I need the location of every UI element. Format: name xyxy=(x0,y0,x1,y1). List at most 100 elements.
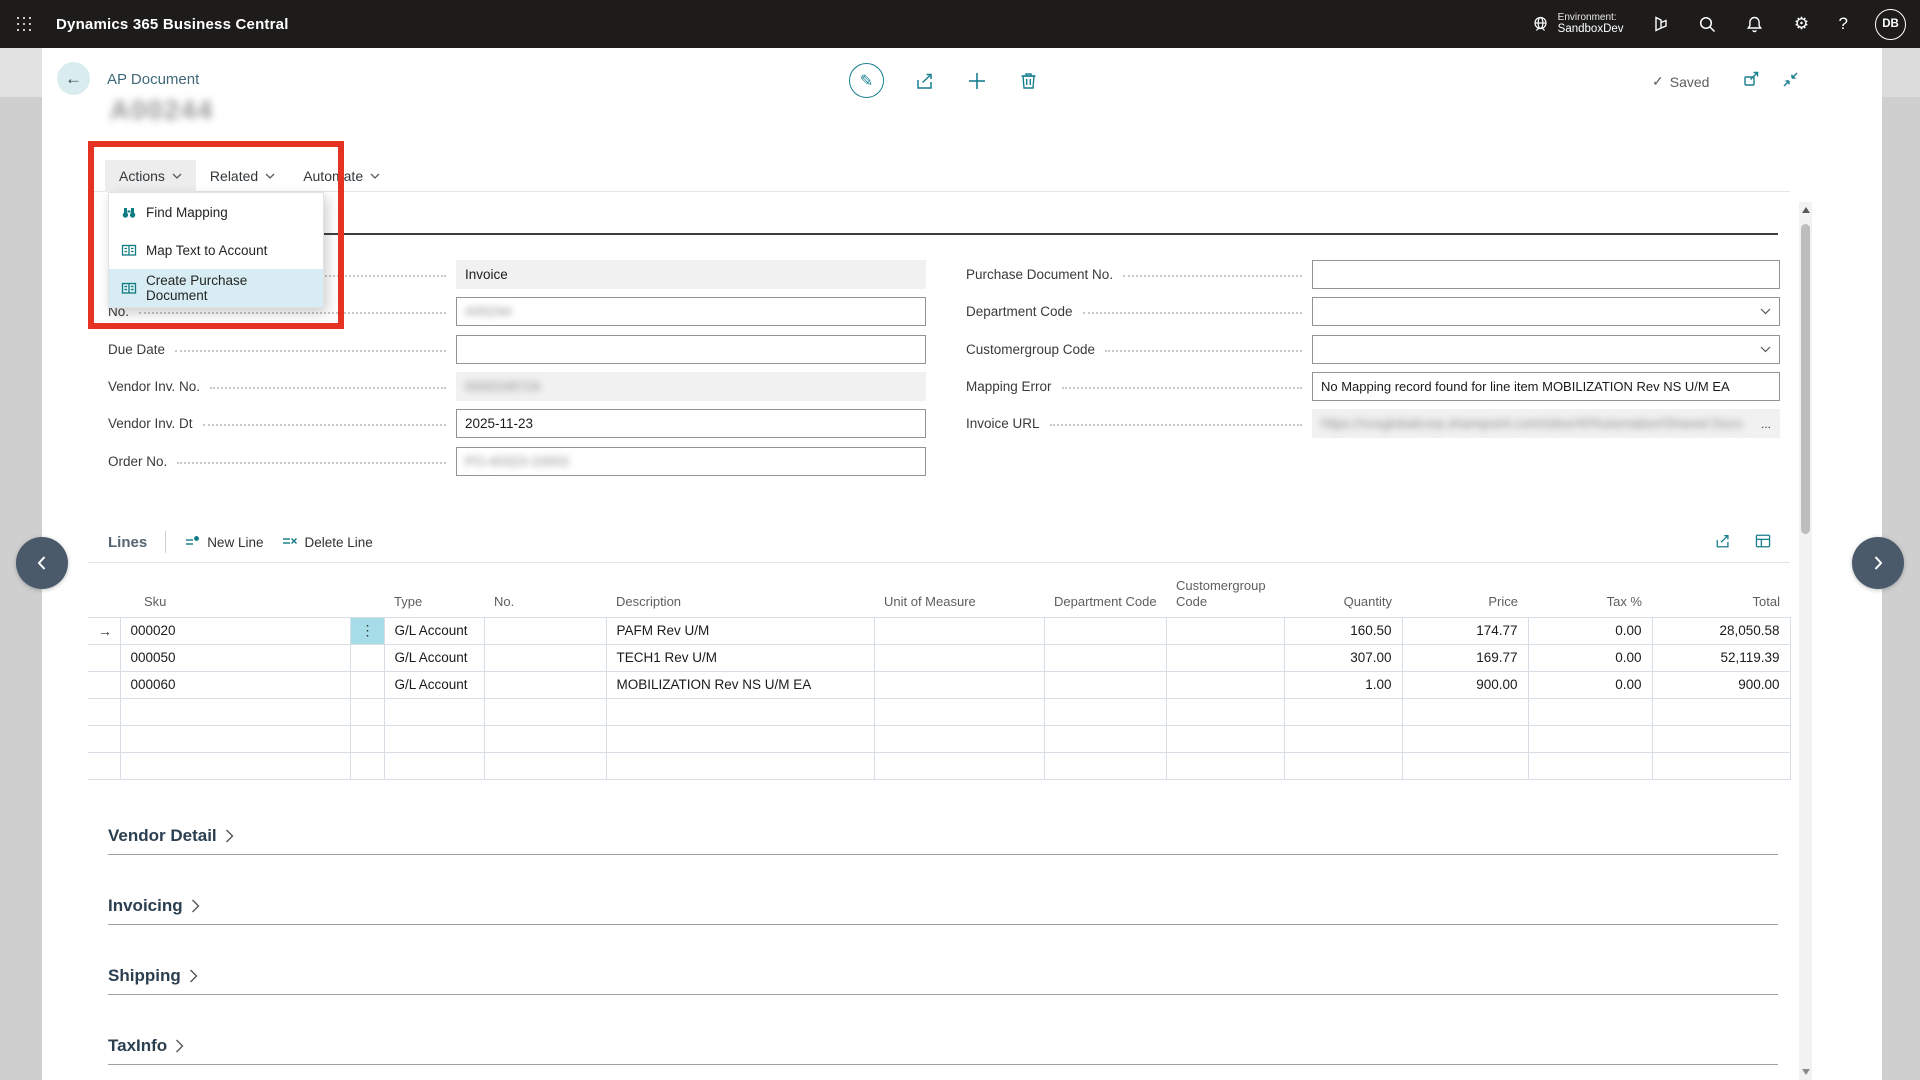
cell-uom[interactable] xyxy=(874,671,1044,698)
vendor-inv-dt-field[interactable]: 2025-11-23 xyxy=(456,409,926,438)
cell-description[interactable]: PAFM Rev U/M xyxy=(606,617,874,644)
tab-related[interactable]: Related xyxy=(196,160,289,192)
cell-uom[interactable] xyxy=(874,617,1044,644)
cell-no[interactable] xyxy=(484,644,606,671)
cell-price[interactable]: 174.77 xyxy=(1402,617,1528,644)
cell-tax[interactable]: 0.00 xyxy=(1528,617,1652,644)
cell-no[interactable] xyxy=(484,617,606,644)
tab-automate[interactable]: Automate xyxy=(289,160,394,192)
department-code-dropdown[interactable] xyxy=(1312,297,1780,326)
cell-custgrp[interactable] xyxy=(1166,644,1284,671)
cell-sku[interactable]: 000060 xyxy=(120,671,350,698)
cell-no[interactable] xyxy=(484,671,606,698)
open-in-new-window-icon[interactable] xyxy=(1742,70,1761,89)
due-date-field[interactable] xyxy=(456,335,926,364)
record-title-redacted: A00244 xyxy=(110,95,214,126)
open-in-excel-icon[interactable] xyxy=(1754,532,1772,550)
col-header-tax: Tax % xyxy=(1528,576,1652,617)
chevron-right-icon xyxy=(1868,553,1888,573)
cell-custgrp[interactable] xyxy=(1166,617,1284,644)
mapping-error-field[interactable]: No Mapping record found for line item MO… xyxy=(1312,372,1780,401)
url-ellipsis: ... xyxy=(1761,417,1771,431)
field-label-customergroup-code: Customergroup Code xyxy=(966,342,1095,357)
section-invoicing[interactable]: Invoicing xyxy=(108,896,1778,925)
scroll-down-arrow[interactable] xyxy=(1802,1069,1810,1075)
help-icon[interactable]: ? xyxy=(1839,14,1848,34)
previous-record-button[interactable] xyxy=(16,537,68,589)
col-header-sku: Sku xyxy=(120,576,350,617)
cell-dept[interactable] xyxy=(1044,644,1166,671)
field-label-purchase-document-no: Purchase Document No. xyxy=(966,267,1113,282)
cell-sku[interactable]: 000050 xyxy=(120,644,350,671)
cell-description[interactable]: MOBILIZATION Rev NS U/M EA xyxy=(606,671,874,698)
chevron-right-icon xyxy=(189,969,198,983)
new-line-button[interactable]: New Line xyxy=(184,534,263,550)
back-button[interactable]: ← xyxy=(57,62,90,95)
cell-price[interactable]: 169.77 xyxy=(1402,644,1528,671)
cell-total[interactable]: 900.00 xyxy=(1652,671,1790,698)
cell-quantity[interactable]: 160.50 xyxy=(1284,617,1402,644)
cell-type[interactable]: G/L Account xyxy=(384,644,484,671)
cell-description[interactable]: TECH1 Rev U/M xyxy=(606,644,874,671)
cell-price[interactable]: 900.00 xyxy=(1402,671,1528,698)
col-header-price: Price xyxy=(1402,576,1528,617)
customergroup-code-dropdown[interactable] xyxy=(1312,335,1780,364)
menu-item-find-mapping[interactable]: Find Mapping xyxy=(109,193,323,231)
cell-tax[interactable]: 0.00 xyxy=(1528,671,1652,698)
cell-sku[interactable]: 000020 xyxy=(120,617,350,644)
cell-dept[interactable] xyxy=(1044,617,1166,644)
lines-toolbar-divider xyxy=(88,562,1790,563)
cell-type[interactable]: G/L Account xyxy=(384,671,484,698)
delete-button[interactable] xyxy=(1018,70,1039,91)
vendor-inv-no-field[interactable]: 0000249724 xyxy=(456,372,926,401)
app-launcher-waffle-icon[interactable] xyxy=(0,0,48,48)
cell-dept[interactable] xyxy=(1044,671,1166,698)
cell-type[interactable]: G/L Account xyxy=(384,617,484,644)
chevron-right-icon xyxy=(191,899,200,913)
col-header-unit-of-measure: Unit of Measure xyxy=(874,576,1044,617)
notifications-bell-icon[interactable] xyxy=(1745,14,1765,34)
invoice-url-field[interactable]: https://xxxglobalcorp.sharepoint.com/sit… xyxy=(1312,409,1780,438)
environment-name: SandboxDev xyxy=(1558,23,1624,36)
share-lines-icon[interactable] xyxy=(1714,532,1732,550)
active-row-indicator: → xyxy=(88,617,120,644)
vertical-scrollbar[interactable] xyxy=(1799,202,1812,1080)
cell-custgrp[interactable] xyxy=(1166,671,1284,698)
cell-tax[interactable]: 0.00 xyxy=(1528,644,1652,671)
menu-item-map-text-to-account[interactable]: Map Text to Account xyxy=(109,231,323,269)
search-icon[interactable] xyxy=(1698,14,1718,34)
chevron-down-icon xyxy=(1760,346,1771,353)
edit-button[interactable]: ✎ xyxy=(849,63,884,98)
section-vendor-detail[interactable]: Vendor Detail xyxy=(108,826,1778,855)
settings-gear-icon[interactable]: ⚙ xyxy=(1792,14,1812,34)
toolbar-divider xyxy=(165,531,166,553)
share-button[interactable] xyxy=(914,70,936,92)
next-record-button[interactable] xyxy=(1852,537,1904,589)
col-header-type: Type xyxy=(384,576,484,617)
row-menu-icon[interactable]: ⋮ xyxy=(350,617,384,644)
user-avatar[interactable]: DB xyxy=(1875,9,1906,40)
collapse-view-icon[interactable] xyxy=(1781,70,1800,89)
cell-quantity[interactable]: 307.00 xyxy=(1284,644,1402,671)
no-field[interactable]: A00244 xyxy=(456,297,926,326)
section-taxinfo[interactable]: TaxInfo xyxy=(108,1036,1778,1065)
table-row: → 000020 ⋮ G/L Account PAFM Rev U/M 160.… xyxy=(88,617,1790,644)
document-type-field[interactable]: Invoice xyxy=(456,260,926,289)
new-document-button[interactable] xyxy=(966,70,988,92)
actions-dropdown-menu: Find Mapping Map Text to Account Create … xyxy=(108,192,324,308)
scroll-up-arrow[interactable] xyxy=(1802,207,1810,213)
delete-line-button[interactable]: Delete Line xyxy=(281,534,372,550)
menu-item-create-purchase-document[interactable]: Create Purchase Document xyxy=(109,269,323,307)
cell-total[interactable]: 28,050.58 xyxy=(1652,617,1790,644)
cell-quantity[interactable]: 1.00 xyxy=(1284,671,1402,698)
section-shipping[interactable]: Shipping xyxy=(108,966,1778,995)
scrollbar-thumb[interactable] xyxy=(1801,224,1810,534)
purchase-document-no-field[interactable] xyxy=(1312,260,1780,289)
lines-table: Sku Type No. Description Unit of Measure… xyxy=(88,576,1791,780)
order-no-field[interactable]: PO-40323-10003 xyxy=(456,447,926,476)
environment-label: Environment: xyxy=(1558,12,1624,24)
cell-uom[interactable] xyxy=(874,644,1044,671)
tab-actions[interactable]: Actions xyxy=(105,160,196,192)
cell-total[interactable]: 52,119.39 xyxy=(1652,644,1790,671)
dynamics365-apps-icon[interactable] xyxy=(1651,14,1671,34)
